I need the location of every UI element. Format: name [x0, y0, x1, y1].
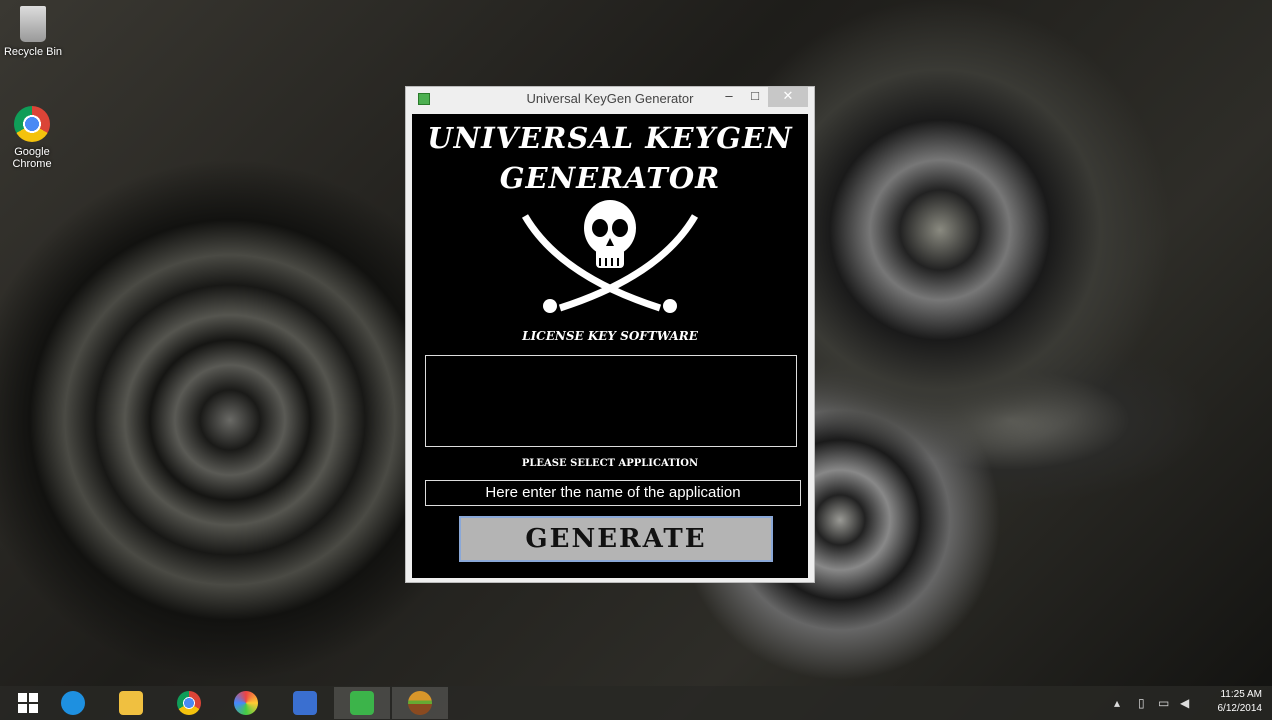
battery-icon[interactable]: ▯ — [1138, 696, 1145, 710]
burger-icon — [408, 691, 432, 715]
taskbar: ▴ ▯ ▭ ◀ 11:25 AM 6/12/2014 — [0, 686, 1272, 720]
volume-icon[interactable]: ◀ — [1180, 696, 1189, 710]
keygen-window: Universal KeyGen Generator – □ ✕ UNIVERS… — [405, 86, 815, 583]
recycle-bin-icon — [20, 6, 46, 42]
subtitle: LICENSE KEY SOFTWARE — [522, 329, 698, 343]
desktop-icon-chrome[interactable]: Google Chrome — [2, 106, 62, 170]
heading-line2: GENERATOR — [499, 161, 721, 195]
window-content: UNIVERSAL KEYGEN GENERATOR LICENSE KEY S… — [412, 114, 808, 578]
show-hidden-icons[interactable]: ▴ — [1114, 696, 1120, 710]
taskbar-paint[interactable] — [218, 687, 274, 719]
skull-crossed-swords-icon — [521, 200, 699, 313]
clock-time: 11:25 AM — [1220, 689, 1262, 700]
maximize-button[interactable]: □ — [744, 87, 766, 107]
internet-explorer-icon — [61, 691, 85, 715]
keygen-icon — [350, 691, 374, 715]
taskbar-internet-explorer[interactable] — [45, 687, 101, 719]
network-icon — [293, 691, 317, 715]
taskbar-file-explorer[interactable] — [103, 687, 159, 719]
taskbar-chrome[interactable] — [161, 687, 217, 719]
desktop-icon-recycle-bin[interactable]: Recycle Bin — [3, 6, 63, 58]
generate-button[interactable]: GENERATE — [459, 516, 773, 562]
taskbar-network[interactable] — [277, 687, 333, 719]
folder-icon — [119, 691, 143, 715]
paint-icon — [234, 691, 258, 715]
app-icon — [418, 93, 430, 105]
clock-date: 6/12/2014 — [1217, 703, 1263, 714]
clock[interactable]: 11:25 AM 6/12/2014 — [1218, 688, 1263, 716]
network-tray-icon[interactable]: ▭ — [1158, 696, 1169, 710]
window-title: Universal KeyGen Generator — [526, 91, 694, 106]
windows-logo-icon — [18, 693, 38, 713]
title-bar[interactable]: Universal KeyGen Generator – □ ✕ — [406, 87, 814, 113]
taskbar-keygen[interactable] — [334, 687, 390, 719]
application-name-input[interactable]: Here enter the name of the application — [425, 480, 801, 506]
heading-line1: UNIVERSAL KEYGEN — [427, 121, 793, 155]
taskbar-app[interactable] — [392, 687, 448, 719]
license-key-output[interactable] — [425, 355, 797, 447]
close-button[interactable]: ✕ — [768, 87, 808, 107]
chrome-icon — [177, 691, 201, 715]
minimize-button[interactable]: – — [718, 87, 740, 107]
select-application-label: PLEASE SELECT APPLICATION — [521, 458, 699, 469]
chrome-icon — [14, 106, 50, 142]
